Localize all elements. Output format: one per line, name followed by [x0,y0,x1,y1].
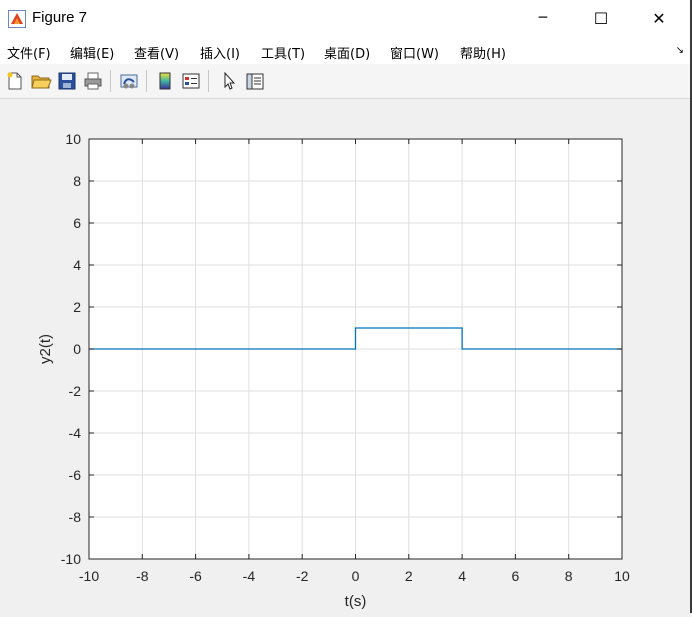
x-axis-label: t(s) [345,593,367,610]
close-icon: ✕ [652,8,666,28]
menu-help[interactable]: 帮助(H) [460,43,506,62]
toolbar-separator [110,70,111,92]
y-tick-label: -2 [69,383,82,399]
menu-overflow-icon[interactable]: ↘ [676,45,684,56]
maximize-icon: ☐ [593,8,609,28]
x-tick-label: -6 [189,568,202,584]
print-icon[interactable] [82,70,104,92]
minimize-icon: ─ [538,10,548,26]
plot-canvas[interactable]: -10 -8 -6 -4 -2 0 2 4 6 8 10 -10 -8 -6 -4 -2 0 2 4 6 8 10 t(s… [0,99,692,613]
y-axis-label: y2(t) [37,334,54,364]
menu-edit[interactable]: 编辑(E) [70,43,114,62]
y-tick-label: -8 [69,509,82,525]
colorbar-icon[interactable] [154,70,176,92]
y-tick-label: 8 [73,173,81,189]
y-tick-label: 10 [65,131,81,147]
y-tick-label: 6 [73,215,81,231]
y-tick-label: 2 [73,299,81,315]
menu-insert[interactable]: 插入(I) [200,43,240,62]
x-tick-label: -8 [136,568,149,584]
x-tick-label: 8 [565,568,573,584]
x-tick-label: 4 [458,568,466,584]
open-folder-icon[interactable] [30,70,52,92]
link-icon[interactable] [118,70,140,92]
menu-window[interactable]: 窗口(W) [390,43,439,62]
save-icon[interactable] [56,70,78,92]
y-tick-label: 4 [73,257,81,273]
maximize-button[interactable]: ☐ [578,0,624,36]
minimize-button[interactable]: ─ [520,0,566,36]
legend-icon[interactable] [180,70,202,92]
menu-file[interactable]: 文件(F) [7,43,51,62]
new-file-icon[interactable] [4,70,26,92]
x-tick-label: -2 [296,568,309,584]
menu-tools[interactable]: 工具(T) [261,43,305,62]
close-button[interactable]: ✕ [636,0,682,36]
x-tick-label: 2 [405,568,413,584]
y-tick-label: 0 [73,341,81,357]
y-tick-label: -10 [61,551,81,567]
toolbar-separator [208,70,209,92]
x-tick-label: -10 [79,568,99,584]
menu-view[interactable]: 查看(V) [134,43,179,62]
menu-bar: 文件(F) 编辑(E) 查看(V) 插入(I) 工具(T) 桌面(D) 窗口(W… [0,36,692,64]
y-tick-label: -4 [69,425,82,441]
title-bar: Figure 7 ─ ☐ ✕ [0,0,692,36]
window-title: Figure 7 [32,9,88,26]
pointer-icon[interactable] [218,70,240,92]
property-editor-icon[interactable] [244,70,266,92]
x-tick-label: 6 [512,568,520,584]
toolbar-separator [146,70,147,92]
x-tick-label: 10 [614,568,630,584]
figure-area: -10 -8 -6 -4 -2 0 2 4 6 8 10 -10 -8 -6 -4 -2 0 2 4 6 8 10 t(s… [0,99,692,613]
x-tick-label: -4 [243,568,256,584]
menu-desktop[interactable]: 桌面(D) [324,43,370,62]
y-tick-label: -6 [69,467,82,483]
matlab-icon [8,10,26,28]
toolbar [0,64,692,99]
x-tick-label: 0 [352,568,360,584]
